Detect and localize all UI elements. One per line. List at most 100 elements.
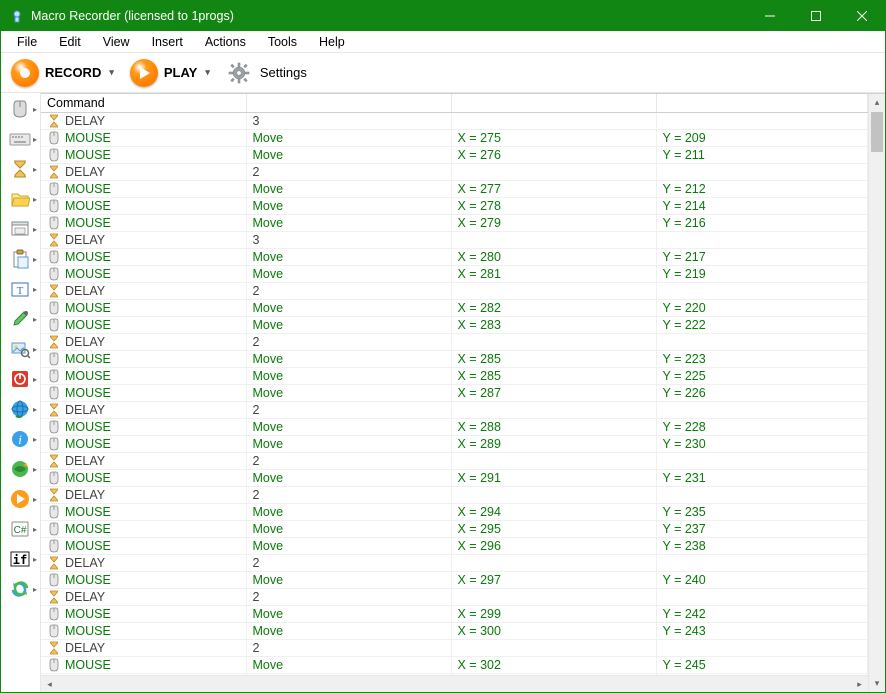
table-row[interactable]: MOUSEMoveX = 285Y = 225 <box>41 368 868 385</box>
menu-insert[interactable]: Insert <box>142 33 193 51</box>
record-button[interactable]: RECORD ▾ <box>5 57 120 89</box>
mouse-icon <box>47 250 61 264</box>
cell-col3: X = 295 <box>451 521 656 538</box>
table-row[interactable]: MOUSEMoveX = 291Y = 231 <box>41 470 868 487</box>
dropdown-icon[interactable]: ▸ <box>33 525 37 534</box>
dropdown-icon[interactable]: ▸ <box>33 555 37 564</box>
horizontal-scrollbar[interactable]: ◂ ▸ <box>41 675 868 692</box>
column-header-3[interactable] <box>656 94 868 113</box>
column-header-0[interactable]: Command <box>41 94 246 113</box>
dropdown-icon[interactable]: ▸ <box>33 345 37 354</box>
table-row[interactable]: MOUSEMoveX = 280Y = 217 <box>41 249 868 266</box>
table-row[interactable]: DELAY2 <box>41 487 868 504</box>
dropdown-icon[interactable]: ▸ <box>33 585 37 594</box>
open-website-button[interactable]: ▸ <box>1 455 39 485</box>
column-header-2[interactable] <box>451 94 656 113</box>
table-row[interactable]: MOUSEMoveX = 299Y = 242 <box>41 606 868 623</box>
table-row[interactable]: MOUSEMoveX = 288Y = 228 <box>41 419 868 436</box>
dropdown-icon[interactable]: ▸ <box>33 255 37 264</box>
dropdown-icon[interactable]: ▸ <box>33 165 37 174</box>
table-row[interactable]: DELAY2 <box>41 589 868 606</box>
type-text-button[interactable]: T▸ <box>1 275 39 305</box>
menu-help[interactable]: Help <box>309 33 355 51</box>
table-row[interactable]: MOUSEMoveX = 279Y = 216 <box>41 215 868 232</box>
open-file-button[interactable]: ▸ <box>1 185 39 215</box>
table-row[interactable]: MOUSEMoveX = 287Y = 226 <box>41 385 868 402</box>
mouse-icon <box>47 182 61 196</box>
dropdown-icon[interactable]: ▸ <box>33 465 37 474</box>
menu-view[interactable]: View <box>93 33 140 51</box>
shutdown-button[interactable]: ▸ <box>1 365 39 395</box>
dropdown-icon[interactable]: ▾ <box>109 67 114 78</box>
dropdown-icon[interactable]: ▸ <box>33 315 37 324</box>
table-row[interactable]: DELAY3 <box>41 113 868 130</box>
info-button[interactable]: i▸ <box>1 425 39 455</box>
table-row[interactable]: MOUSEMoveX = 297Y = 240 <box>41 572 868 589</box>
table-row[interactable]: MOUSEMoveX = 277Y = 212 <box>41 181 868 198</box>
table-row[interactable]: DELAY2 <box>41 402 868 419</box>
table-row[interactable]: MOUSEMoveX = 278Y = 214 <box>41 198 868 215</box>
table-row[interactable]: MOUSEMoveX = 300Y = 243 <box>41 623 868 640</box>
menu-tools[interactable]: Tools <box>258 33 307 51</box>
window-button[interactable]: ▸ <box>1 215 39 245</box>
scroll-thumb[interactable] <box>871 112 883 152</box>
table-row[interactable]: MOUSEMoveX = 285Y = 223 <box>41 351 868 368</box>
cell-col3: X = 291 <box>451 470 656 487</box>
dropdown-icon[interactable]: ▸ <box>33 105 37 114</box>
scroll-down-icon[interactable]: ▾ <box>869 675 885 692</box>
csharp-button[interactable]: C#▸ <box>1 515 39 545</box>
open-webpage-button[interactable]: ▸ <box>1 395 39 425</box>
settings-button[interactable]: Settings <box>220 58 313 88</box>
table-row[interactable]: MOUSEMoveX = 275Y = 209 <box>41 130 868 147</box>
table-row[interactable]: DELAY2 <box>41 164 868 181</box>
mouse-tool-button[interactable]: ▸ <box>1 95 39 125</box>
table-row[interactable]: MOUSEMoveX = 302Y = 245 <box>41 657 868 674</box>
scroll-up-icon[interactable]: ▴ <box>869 94 885 111</box>
mouse-icon <box>47 199 61 213</box>
dropdown-icon[interactable]: ▸ <box>33 375 37 384</box>
menu-actions[interactable]: Actions <box>195 33 256 51</box>
color-picker-button[interactable]: ▸ <box>1 305 39 335</box>
table-row[interactable]: MOUSEMoveX = 294Y = 235 <box>41 504 868 521</box>
dropdown-icon[interactable]: ▾ <box>205 67 210 78</box>
dropdown-icon[interactable]: ▸ <box>33 405 37 414</box>
menu-file[interactable]: File <box>7 33 47 51</box>
scroll-right-icon[interactable]: ▸ <box>851 676 868 692</box>
column-header-1[interactable] <box>246 94 451 113</box>
find-image-button[interactable]: ▸ <box>1 335 39 365</box>
table-row[interactable]: MOUSEMoveX = 283Y = 222 <box>41 317 868 334</box>
paste-button[interactable]: ▸ <box>1 245 39 275</box>
play-macro-button[interactable]: ▸ <box>1 485 39 515</box>
title-bar[interactable]: Macro Recorder (licensed to 1progs) <box>1 1 885 31</box>
table-row[interactable]: MOUSEMoveX = 282Y = 220 <box>41 300 868 317</box>
repeat-button[interactable]: ▸ <box>1 575 39 605</box>
if-statement-icon: if <box>9 549 31 572</box>
table-row[interactable]: DELAY2 <box>41 555 868 572</box>
dropdown-icon[interactable]: ▸ <box>33 225 37 234</box>
menu-edit[interactable]: Edit <box>49 33 91 51</box>
table-row[interactable]: MOUSEMoveX = 289Y = 230 <box>41 436 868 453</box>
table-row[interactable]: MOUSEMoveX = 281Y = 219 <box>41 266 868 283</box>
vertical-scrollbar[interactable]: ▴ ▾ <box>868 94 885 692</box>
dropdown-icon[interactable]: ▸ <box>33 285 37 294</box>
table-row[interactable]: DELAY2 <box>41 640 868 657</box>
keyboard-tool-button[interactable]: ▸ <box>1 125 39 155</box>
table-row[interactable]: DELAY2 <box>41 453 868 470</box>
close-button[interactable] <box>839 1 885 31</box>
table-row[interactable]: MOUSEMoveX = 295Y = 237 <box>41 521 868 538</box>
if-statement-button[interactable]: if▸ <box>1 545 39 575</box>
maximize-button[interactable] <box>793 1 839 31</box>
delay-tool-button[interactable]: ▸ <box>1 155 39 185</box>
table-row[interactable]: DELAY3 <box>41 232 868 249</box>
dropdown-icon[interactable]: ▸ <box>33 435 37 444</box>
dropdown-icon[interactable]: ▸ <box>33 195 37 204</box>
dropdown-icon[interactable]: ▸ <box>33 495 37 504</box>
table-row[interactable]: DELAY2 <box>41 283 868 300</box>
scroll-left-icon[interactable]: ◂ <box>41 676 58 692</box>
table-row[interactable]: MOUSEMoveX = 276Y = 211 <box>41 147 868 164</box>
play-button[interactable]: PLAY ▾ <box>124 57 216 89</box>
minimize-button[interactable] <box>747 1 793 31</box>
dropdown-icon[interactable]: ▸ <box>33 135 37 144</box>
table-row[interactable]: MOUSEMoveX = 296Y = 238 <box>41 538 868 555</box>
table-row[interactable]: DELAY2 <box>41 334 868 351</box>
